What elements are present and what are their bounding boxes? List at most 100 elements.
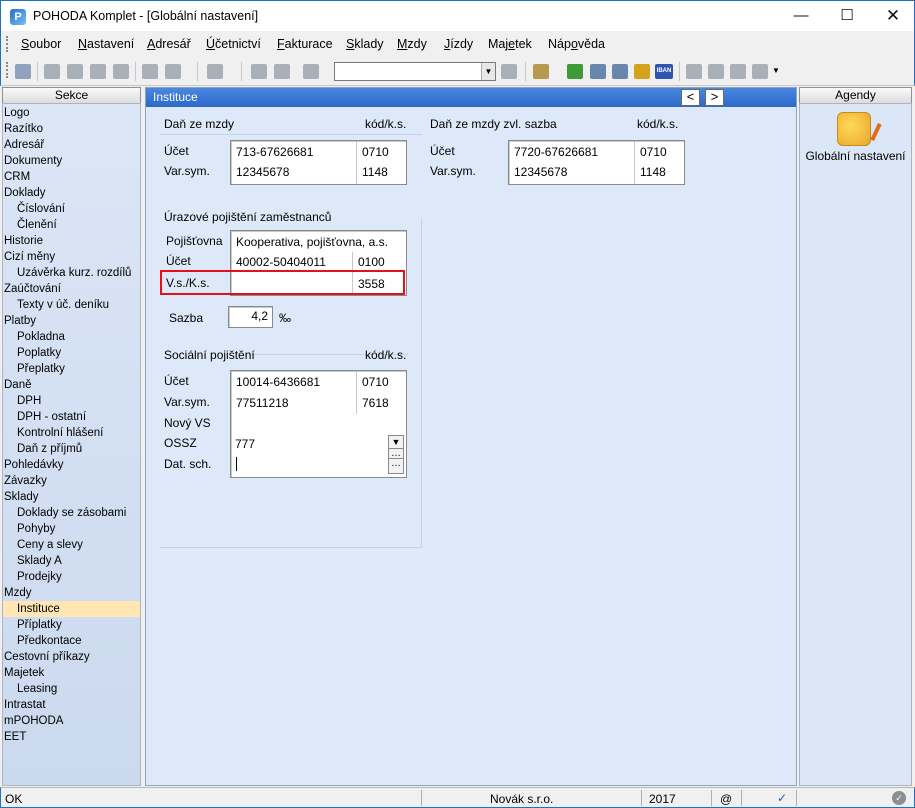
tax-varsym-code-field[interactable]: 1148 xyxy=(362,165,388,179)
sidebar-item[interactable]: Pohledávky xyxy=(4,457,63,473)
rate-input[interactable]: 4,2 xyxy=(228,306,273,328)
calendar-icon[interactable] xyxy=(612,64,628,79)
sidebar-item[interactable]: CRM xyxy=(4,169,30,185)
calculator-icon[interactable] xyxy=(590,64,606,79)
ossz-field[interactable]: 777 xyxy=(235,437,255,451)
accident-account-field[interactable]: 40002-50404011 xyxy=(236,255,326,269)
social-account-code-field[interactable]: 0710 xyxy=(362,375,389,389)
menu-napoveda[interactable]: Nápověda xyxy=(548,37,605,51)
global-settings-icon[interactable] xyxy=(837,112,882,146)
check-icon[interactable] xyxy=(165,64,181,79)
prev-button[interactable]: < xyxy=(681,89,700,106)
tax-account-code-field[interactable]: 0710 xyxy=(362,145,389,159)
iban-icon[interactable]: IBAN xyxy=(655,64,673,79)
accident-account-code-field[interactable]: 0100 xyxy=(358,255,385,269)
list-icon[interactable] xyxy=(708,64,724,79)
accounting-year[interactable]: 2017 xyxy=(649,792,676,806)
print-preview-icon[interactable] xyxy=(90,64,106,79)
sidebar-item[interactable]: mPOHODA xyxy=(4,713,63,729)
chevron-down-icon[interactable]: ▼ xyxy=(481,63,495,80)
insurer-field[interactable]: Kooperativa, pojišťovna, a.s. xyxy=(236,235,388,249)
menu-grip[interactable] xyxy=(6,36,9,52)
menu-adresar[interactable]: Adresář xyxy=(147,37,191,51)
menu-jizdy[interactable]: Jízdy xyxy=(444,37,473,51)
print-icon[interactable] xyxy=(113,64,129,79)
tax-account-field[interactable]: 713-67626681 xyxy=(236,145,313,159)
menu-majetek[interactable]: Majetek xyxy=(488,37,532,51)
back-arrow-icon[interactable] xyxy=(207,64,223,79)
sidebar-item[interactable]: Intrastat xyxy=(4,697,46,713)
menu-mzdy[interactable]: Mzdy xyxy=(397,37,427,51)
copy-record-icon[interactable] xyxy=(67,64,83,79)
global-settings-label[interactable]: Globální nastavení xyxy=(800,149,911,163)
social-varsym-code-field[interactable]: 7618 xyxy=(362,396,389,410)
message-icon[interactable] xyxy=(686,64,702,79)
sidebar-item[interactable]: Adresář xyxy=(4,137,44,153)
clipboard-icon[interactable] xyxy=(303,64,319,79)
coins-icon[interactable] xyxy=(634,64,650,79)
cancel-edit-icon[interactable] xyxy=(274,64,290,79)
sidebar-item[interactable]: Pokladna xyxy=(17,329,65,345)
context-help-icon[interactable] xyxy=(752,64,768,79)
document-icon[interactable] xyxy=(730,64,746,79)
sidebar-item[interactable]: EET xyxy=(4,729,26,745)
sidebar-item[interactable]: Majetek xyxy=(4,665,44,681)
tax-special-account-code-field[interactable]: 0710 xyxy=(640,145,667,159)
sidebar-item[interactable]: Členění xyxy=(17,217,57,233)
sidebar-item[interactable]: Přeplatky xyxy=(17,361,65,377)
sidebar-item[interactable]: Kontrolní hlášení xyxy=(17,425,103,441)
tax-special-account-field[interactable]: 7720-67626681 xyxy=(514,145,598,159)
maximize-button[interactable]: ☐ xyxy=(824,1,870,32)
close-button[interactable]: ✕ xyxy=(870,1,915,32)
sidebar-item[interactable]: Cestovní příkazy xyxy=(4,649,90,665)
sidebar-item[interactable]: Mzdy xyxy=(4,585,31,601)
toolbar-combo[interactable]: ▼ xyxy=(334,62,496,81)
sidebar-item[interactable]: Platby xyxy=(4,313,36,329)
sidebar-item[interactable]: Razítko xyxy=(4,121,43,137)
sidebar-item[interactable]: Historie xyxy=(4,233,43,249)
money-icon[interactable] xyxy=(567,64,583,79)
sidebar-item[interactable]: Zaúčtování xyxy=(4,281,61,297)
tax-varsym-field[interactable]: 12345678 xyxy=(236,165,289,179)
menu-soubor[interactable]: Soubor xyxy=(21,37,61,51)
sidebar-item[interactable]: Předkontace xyxy=(17,633,82,649)
sidebar-item[interactable]: Leasing xyxy=(17,681,57,697)
sidebar-item[interactable]: Uzávěrka kurz. rozdílů xyxy=(17,265,131,281)
toolbar-grip[interactable] xyxy=(6,62,9,78)
save-icon[interactable] xyxy=(251,64,267,79)
next-button[interactable]: > xyxy=(705,89,724,106)
folder-icon[interactable] xyxy=(533,64,549,79)
sidebar-item[interactable]: DPH xyxy=(17,393,41,409)
toolbar-more-icon[interactable]: ▼ xyxy=(772,66,780,75)
help-icon[interactable] xyxy=(142,64,158,79)
sidebar-item[interactable]: Číslování xyxy=(17,201,65,217)
sidebar-item[interactable]: Příplatky xyxy=(17,617,62,633)
due-date-lookup-button[interactable]: … xyxy=(388,458,404,474)
sidebar-item[interactable]: Daně xyxy=(4,377,32,393)
sidebar-item[interactable]: Závazky xyxy=(4,473,47,489)
sidebar-item[interactable]: Instituce xyxy=(3,601,140,617)
minimize-button[interactable]: — xyxy=(778,1,824,32)
sidebar-item[interactable]: Logo xyxy=(4,105,30,121)
menu-fakturace[interactable]: Fakturace xyxy=(277,37,333,51)
tax-special-varsym-code-field[interactable]: 1148 xyxy=(640,165,666,179)
exit-icon[interactable] xyxy=(15,64,31,79)
sidebar-item[interactable]: Texty v úč. deníku xyxy=(17,297,109,313)
sidebar-item[interactable]: Dokumenty xyxy=(4,153,62,169)
sidebar-item[interactable]: Poplatky xyxy=(17,345,61,361)
sidebar-item[interactable]: Ceny a slevy xyxy=(17,537,83,553)
sidebar-item[interactable]: Sklady A xyxy=(17,553,62,569)
social-varsym-field[interactable]: 77511218 xyxy=(236,396,289,410)
sidebar-item[interactable]: Daň z příjmů xyxy=(17,441,82,457)
sidebar-item[interactable]: Doklady xyxy=(4,185,46,201)
sidebar-item[interactable]: Pohyby xyxy=(17,521,55,537)
sidebar-item[interactable]: DPH - ostatní xyxy=(17,409,86,425)
menu-nastaveni[interactable]: Nastavení xyxy=(78,37,134,51)
menu-ucetnictvi[interactable]: Účetnictví xyxy=(206,37,261,51)
social-account-field[interactable]: 10014-6436681 xyxy=(236,375,320,389)
tax-special-varsym-field[interactable]: 12345678 xyxy=(514,165,567,179)
new-record-icon[interactable] xyxy=(44,64,60,79)
filter-icon[interactable] xyxy=(501,64,517,79)
sidebar-item[interactable]: Prodejky xyxy=(17,569,62,585)
sidebar-item[interactable]: Cizí měny xyxy=(4,249,55,265)
